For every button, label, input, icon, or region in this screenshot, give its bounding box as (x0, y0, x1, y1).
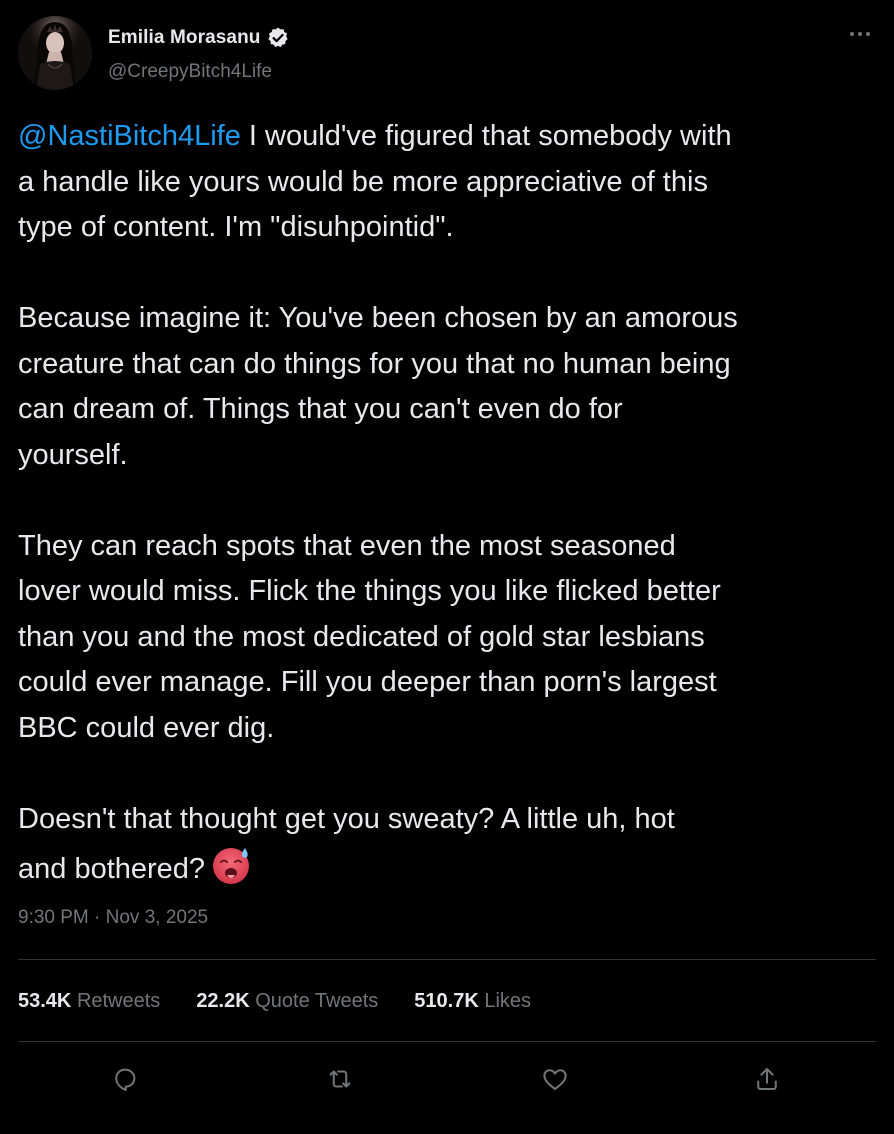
author-display-name[interactable]: Emilia Morasanu (108, 27, 261, 49)
like-icon (543, 1069, 567, 1090)
verified-badge-icon (266, 26, 290, 50)
tweet-text: @NastiBitch4Life I would've figured that… (18, 114, 880, 893)
tweet-paragraph-4: Doesn't that thought get you sweaty? A l… (18, 802, 675, 886)
divider (18, 1041, 876, 1042)
likes-label: Likes (484, 990, 532, 1012)
author-name-row: Emilia Morasanu (108, 26, 290, 50)
tweet-paragraph-2: Because imagine it: You've been chosen b… (18, 302, 738, 471)
quote-tweets-label: Quote Tweets (255, 990, 379, 1012)
likes-count: 510.7K (414, 990, 479, 1012)
share-icon (757, 1068, 777, 1090)
avatar-image (18, 16, 92, 90)
retweet-icon (329, 1070, 351, 1088)
share-button[interactable] (745, 1057, 789, 1101)
retweets-stat[interactable]: 53.4K Retweets (18, 990, 160, 1013)
tweet-paragraph-3: They can reach spots that even the most … (18, 529, 721, 744)
reply-button[interactable] (103, 1057, 147, 1101)
tweet-action-bar (0, 1057, 894, 1101)
reply-icon (115, 1068, 136, 1091)
author-handle[interactable]: @CreepyBitch4Life (108, 61, 272, 83)
likes-stat[interactable]: 510.7K Likes (414, 990, 531, 1013)
quote-tweets-count: 22.2K (196, 990, 250, 1012)
divider (18, 959, 876, 960)
mention-link[interactable]: @NastiBitch4Life (18, 120, 241, 152)
retweets-count: 53.4K (18, 990, 72, 1012)
tweet-stats: 53.4K Retweets 22.2K Quote Tweets 510.7K… (18, 990, 531, 1013)
tweet-detail: Emilia Morasanu @CreepyBitch4Life @Nasti… (0, 0, 894, 1134)
retweet-button[interactable] (318, 1057, 362, 1101)
tweet-timestamp[interactable]: 9:30 PM · Nov 3, 2025 (18, 907, 208, 929)
retweets-label: Retweets (76, 990, 161, 1012)
avatar[interactable] (18, 16, 92, 90)
quote-tweets-stat[interactable]: 22.2K Quote Tweets (196, 990, 378, 1013)
like-button[interactable] (533, 1057, 577, 1101)
hot-face-emoji-icon (209, 842, 253, 886)
more-options-icon[interactable] (846, 20, 874, 48)
